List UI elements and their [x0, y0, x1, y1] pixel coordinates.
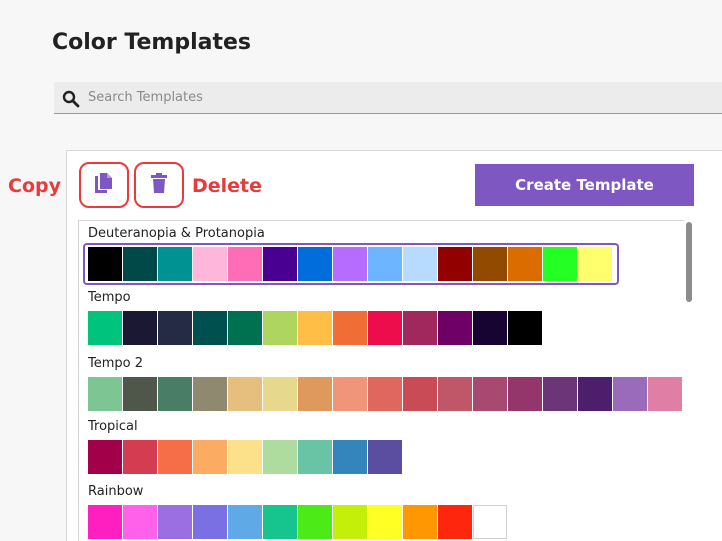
color-swatch[interactable]	[263, 311, 297, 345]
color-swatch[interactable]	[543, 247, 577, 281]
color-swatch[interactable]	[578, 247, 612, 281]
color-swatch[interactable]	[228, 377, 262, 411]
color-swatch[interactable]	[88, 377, 122, 411]
delete-annotation: Delete	[192, 175, 263, 197]
color-swatch[interactable]	[123, 311, 157, 345]
search-bar[interactable]	[54, 82, 722, 114]
template-list: Deuteranopia & Protanopia Tempo Tempo 2 Tro…	[78, 220, 684, 541]
scrollbar-thumb[interactable]	[686, 222, 692, 302]
color-swatch[interactable]	[333, 247, 367, 281]
template-name: Deuteranopia & Protanopia	[88, 226, 265, 241]
color-swatch[interactable]	[193, 247, 227, 281]
color-swatch[interactable]	[508, 311, 542, 345]
color-swatch[interactable]	[438, 505, 472, 539]
color-swatch[interactable]	[473, 505, 507, 539]
color-swatch[interactable]	[193, 440, 227, 474]
search-icon	[62, 90, 80, 108]
color-swatch[interactable]	[368, 440, 402, 474]
color-swatch[interactable]	[473, 247, 507, 281]
template-item[interactable]: Deuteranopia & Protanopia	[79, 221, 684, 287]
color-swatch[interactable]	[123, 377, 157, 411]
template-item[interactable]: Tempo	[79, 285, 684, 351]
color-templates-page: Color Templates Copy	[0, 0, 722, 541]
color-swatch[interactable]	[228, 311, 262, 345]
copy-icon	[94, 172, 114, 199]
color-swatch[interactable]	[298, 505, 332, 539]
swatch-strip	[88, 505, 508, 539]
color-swatch[interactable]	[193, 505, 227, 539]
color-swatch[interactable]	[438, 247, 472, 281]
color-swatch[interactable]	[228, 440, 262, 474]
color-swatch[interactable]	[613, 377, 647, 411]
template-item[interactable]: Tropical	[79, 414, 684, 480]
color-swatch[interactable]	[333, 377, 367, 411]
color-swatch[interactable]	[403, 505, 437, 539]
color-swatch[interactable]	[193, 377, 227, 411]
color-swatch[interactable]	[438, 377, 472, 411]
delete-button[interactable]	[148, 172, 170, 199]
color-swatch[interactable]	[88, 440, 122, 474]
color-swatch[interactable]	[158, 505, 192, 539]
color-swatch[interactable]	[123, 440, 157, 474]
trash-icon	[150, 172, 168, 199]
color-swatch[interactable]	[438, 311, 472, 345]
color-swatch[interactable]	[298, 311, 332, 345]
color-swatch[interactable]	[578, 377, 612, 411]
template-name: Tempo	[88, 290, 131, 305]
color-swatch[interactable]	[158, 440, 192, 474]
swatch-strip	[88, 247, 613, 281]
template-name: Tempo 2	[88, 356, 144, 371]
color-swatch[interactable]	[508, 247, 542, 281]
color-swatch[interactable]	[543, 377, 577, 411]
template-item[interactable]: Tempo 2	[79, 351, 684, 417]
color-swatch[interactable]	[473, 377, 507, 411]
copy-annotation: Copy	[8, 175, 61, 197]
search-input[interactable]	[88, 82, 688, 113]
color-swatch[interactable]	[123, 247, 157, 281]
color-swatch[interactable]	[193, 311, 227, 345]
template-name: Tropical	[88, 419, 138, 434]
color-swatch[interactable]	[228, 505, 262, 539]
color-swatch[interactable]	[158, 377, 192, 411]
color-swatch[interactable]	[263, 377, 297, 411]
swatch-strip	[88, 311, 543, 345]
color-swatch[interactable]	[368, 311, 402, 345]
copy-button[interactable]	[93, 172, 115, 199]
color-swatch[interactable]	[403, 377, 437, 411]
color-swatch[interactable]	[263, 247, 297, 281]
color-swatch[interactable]	[368, 247, 402, 281]
color-swatch[interactable]	[228, 247, 262, 281]
color-swatch[interactable]	[648, 377, 682, 411]
swatch-strip	[88, 377, 683, 411]
color-swatch[interactable]	[88, 247, 122, 281]
swatch-strip	[88, 440, 403, 474]
color-swatch[interactable]	[263, 440, 297, 474]
color-swatch[interactable]	[88, 505, 122, 539]
color-swatch[interactable]	[473, 311, 507, 345]
color-swatch[interactable]	[298, 377, 332, 411]
color-swatch[interactable]	[298, 440, 332, 474]
color-swatch[interactable]	[123, 505, 157, 539]
color-swatch[interactable]	[403, 247, 437, 281]
color-swatch[interactable]	[158, 311, 192, 345]
color-swatch[interactable]	[368, 505, 402, 539]
color-swatch[interactable]	[298, 247, 332, 281]
color-swatch[interactable]	[508, 377, 542, 411]
template-name: Rainbow	[88, 484, 144, 499]
template-item[interactable]: Rainbow	[79, 479, 684, 541]
color-swatch[interactable]	[333, 505, 367, 539]
color-swatch[interactable]	[403, 311, 437, 345]
page-title: Color Templates	[52, 30, 252, 55]
color-swatch[interactable]	[333, 440, 367, 474]
color-swatch[interactable]	[368, 377, 402, 411]
color-swatch[interactable]	[333, 311, 367, 345]
create-template-button[interactable]: Create Template	[475, 164, 694, 206]
color-swatch[interactable]	[263, 505, 297, 539]
color-swatch[interactable]	[158, 247, 192, 281]
color-swatch[interactable]	[88, 311, 122, 345]
